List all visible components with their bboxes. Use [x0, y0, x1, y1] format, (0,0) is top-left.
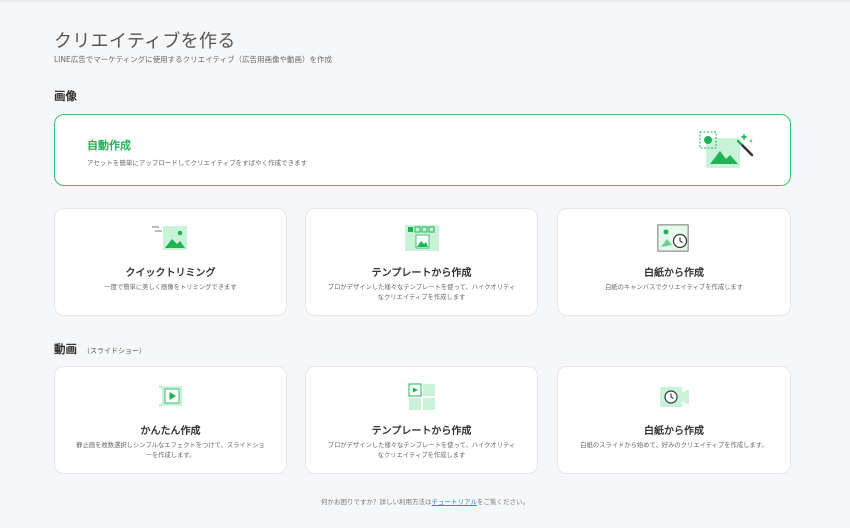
image-section-label: 画像: [54, 89, 77, 103]
blank-image-desc: 白紙のキャンバスでクリエイティブを作成します: [604, 284, 744, 291]
video-section-heading: 動画 （スライドショー）: [54, 341, 146, 357]
quick-trim-card[interactable]: クイックトリミング 一度で簡単に美しく画像をトリミングできます: [54, 208, 287, 316]
auto-create-desc: アセットを簡単にアップロードしてクリエイティブをすばやく作成できます: [87, 159, 308, 167]
template-image-card[interactable]: テンプレートから作成 プロがデザインした様々なテンプレートを使って、ハイクオリテ…: [305, 208, 538, 316]
auto-create-card[interactable]: 自動作成 アセットを簡単にアップロードしてクリエイティブをすばやく作成できます: [54, 114, 791, 186]
easy-video-play-icon: [153, 381, 189, 415]
template-video-icon: [404, 381, 440, 415]
top-divider: [0, 0, 850, 2]
footer-help: 何かお困りですか？詳しい利用方法はチュートリアルをご覧ください。: [0, 496, 850, 506]
easy-video-title: かんたん作成: [140, 426, 201, 437]
template-image-desc: プロがデザインした様々なテンプレートを使って、ハイクオリティなクリエイティブを作…: [327, 284, 516, 301]
video-section-sublabel: （スライドショー）: [83, 347, 146, 355]
quick-trim-image-icon: [149, 223, 193, 257]
footer-text-after: をご覧ください。: [476, 498, 529, 506]
quick-trim-title: クイックトリミング: [125, 268, 216, 279]
blank-video-title: 白紙から作成: [644, 426, 704, 437]
template-image-title: テンプレートから作成: [371, 268, 472, 279]
auto-create-title: 自動作成: [87, 139, 131, 152]
template-video-card[interactable]: テンプレートから作成 プロがデザインした様々なテンプレートを使って、ハイクオリテ…: [305, 366, 538, 474]
blank-video-desc: 白紙のスライドから始めて、好みのクリエイティブを作成します。: [580, 442, 768, 449]
blank-image-card[interactable]: 白紙から作成 白紙のキャンバスでクリエイティブを作成します: [557, 208, 791, 316]
blank-video-card[interactable]: 白紙から作成 白紙のスライドから始めて、好みのクリエイティブを作成します。: [557, 366, 791, 474]
blank-video-camera-icon: [654, 381, 694, 415]
page-title: クリエイティブを作る: [54, 31, 236, 52]
template-video-title: テンプレートから作成: [371, 426, 472, 437]
blank-canvas-clock-icon: [654, 223, 694, 257]
quick-trim-desc: 一度で簡単に美しく画像をトリミングできます: [104, 284, 237, 291]
easy-video-card[interactable]: かんたん作成 静止画を枚数選択しシンプルなエフェクトをつけて、スライドショーを作…: [54, 366, 287, 474]
blank-image-title: 白紙から作成: [644, 268, 704, 279]
auto-create-magic-wand-icon: [698, 129, 756, 175]
image-section-heading: 画像: [54, 88, 77, 104]
template-video-desc: プロがデザインした様々なテンプレートを使って、ハイクオリティなクリエイティブを作…: [327, 442, 516, 459]
tutorial-link[interactable]: チュートリアル: [432, 498, 477, 506]
template-image-icon: [402, 223, 442, 257]
page-subtitle: LINE広告でマーケティングに使用するクリエイティブ（広告用画像や動画）を作成: [54, 55, 333, 64]
easy-video-desc: 静止画を枚数選択しシンプルなエフェクトをつけて、スライドショーを作成します。: [76, 442, 265, 459]
video-section-label: 動画: [54, 342, 77, 356]
footer-text-before: 何かお困りですか？詳しい利用方法は: [321, 498, 432, 506]
